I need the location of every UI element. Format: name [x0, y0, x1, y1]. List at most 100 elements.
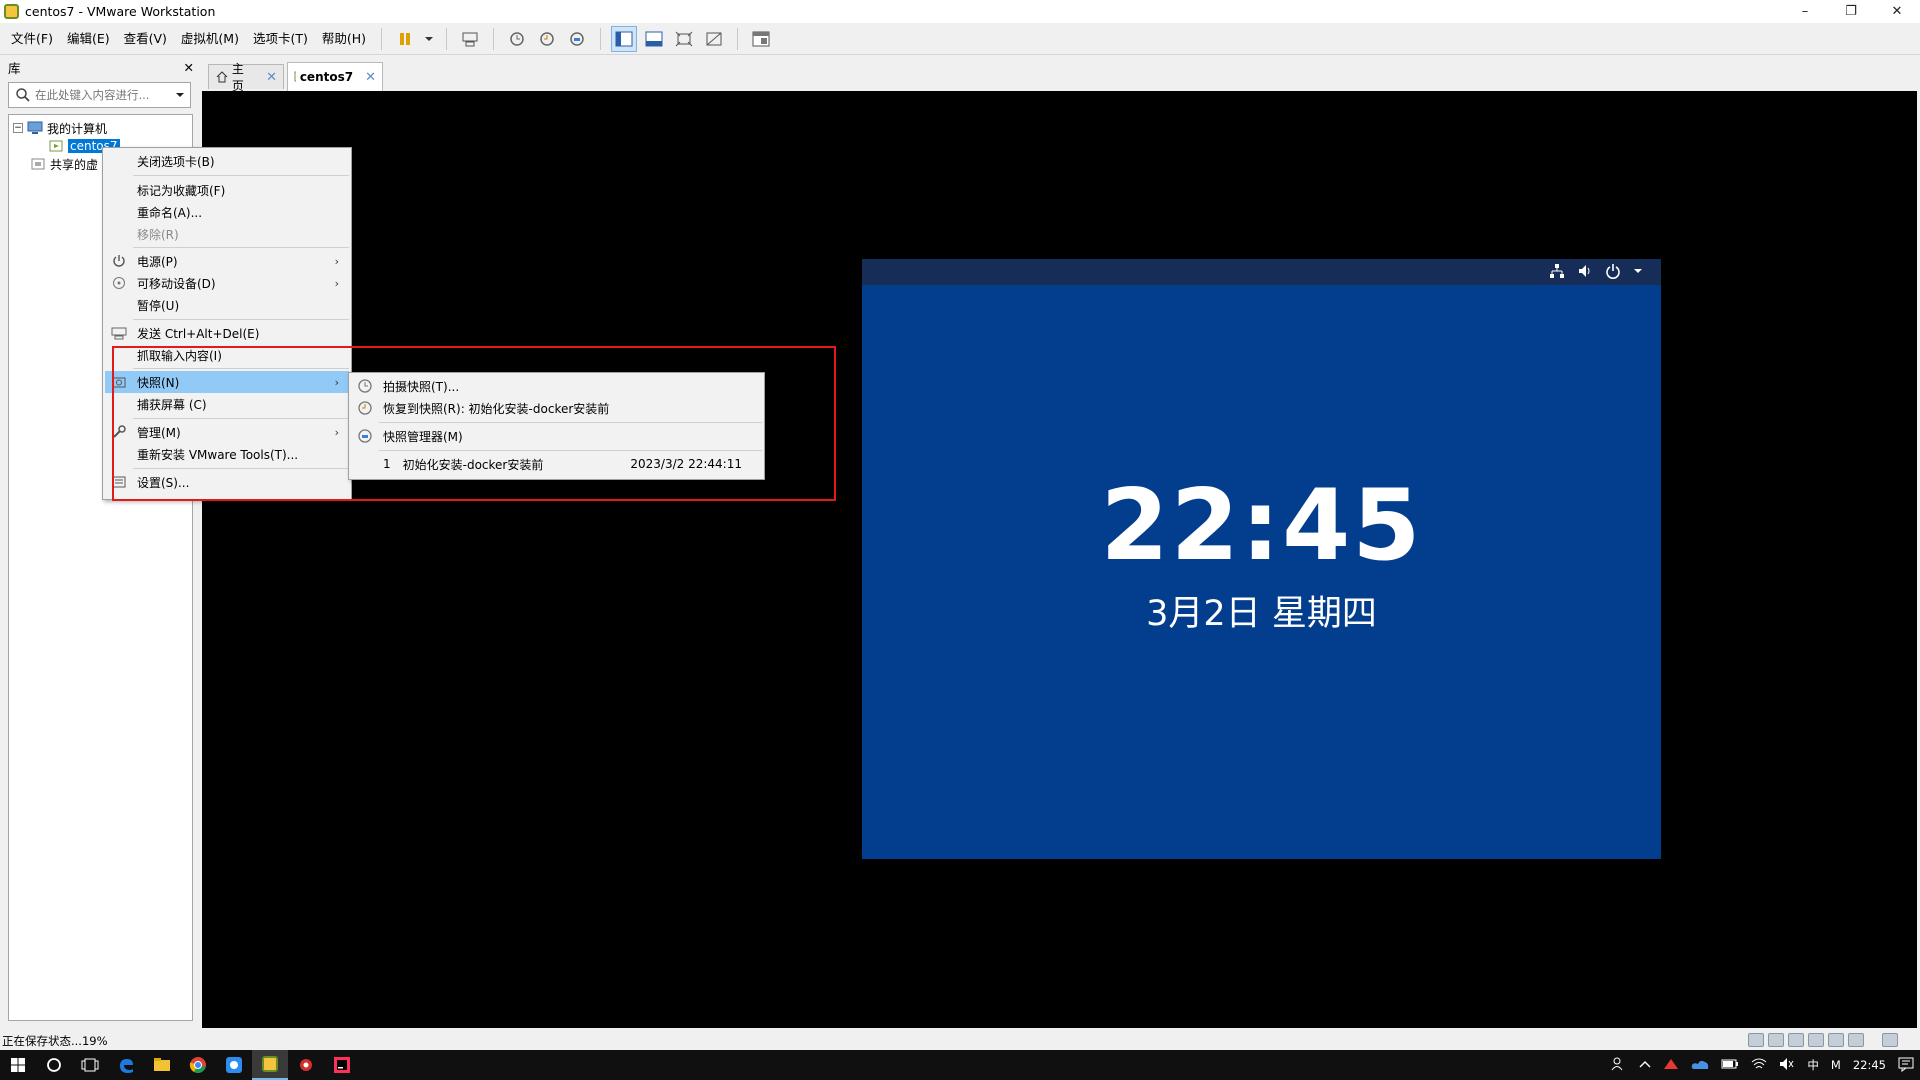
- tab-centos7-close-icon[interactable]: ✕: [365, 70, 376, 85]
- app-red-icon[interactable]: [288, 1050, 324, 1080]
- taskbar-clock[interactable]: 22:45: [1853, 1058, 1886, 1072]
- ime-mode-icon[interactable]: M: [1831, 1058, 1841, 1072]
- menu-file[interactable]: 文件(F): [4, 23, 60, 55]
- network-adapter-icon[interactable]: [1788, 1033, 1804, 1047]
- action-center-icon[interactable]: [1898, 1056, 1914, 1075]
- unity-icon[interactable]: [701, 26, 727, 52]
- vm-console[interactable]: 22:45 3月2日 星期四: [202, 91, 1917, 1028]
- menu-mark-favorite-label: 标记为收藏项(F): [137, 183, 226, 198]
- menu-capture-screen[interactable]: 捕获屏幕 (C): [105, 393, 349, 415]
- battery-icon[interactable]: [1721, 1058, 1739, 1073]
- thumbnail-bar-icon[interactable]: [641, 26, 667, 52]
- menu-manage[interactable]: 管理(M) ›: [105, 421, 349, 443]
- vmware-taskbar-icon[interactable]: [252, 1050, 288, 1080]
- menu-send-cad[interactable]: 发送 Ctrl+Alt+Del(E): [105, 322, 349, 344]
- menu-capture-screen-label: 捕获屏幕 (C): [137, 397, 207, 412]
- menu-tabs[interactable]: 选项卡(T): [246, 23, 315, 55]
- menu-mark-favorite[interactable]: 标记为收藏项(F): [105, 179, 349, 201]
- console-view-icon[interactable]: [748, 26, 774, 52]
- minimize-button[interactable]: –: [1782, 0, 1828, 23]
- menu-power[interactable]: 电源(P) ›: [105, 250, 349, 272]
- cortana-search-icon[interactable]: [36, 1050, 72, 1080]
- submenu-revert-snapshot[interactable]: 恢复到快照(R): 初始化安装-docker安装前: [351, 397, 762, 419]
- edge-browser-icon[interactable]: [108, 1050, 144, 1080]
- menu-snapshot-label: 快照(N): [137, 375, 180, 390]
- tray-app-icon[interactable]: [1663, 1057, 1679, 1074]
- menu-pause[interactable]: 暂停(U): [105, 294, 349, 316]
- tab-strip: 主页 ✕ centos7 ✕: [202, 56, 1920, 93]
- pause-icon[interactable]: [392, 26, 418, 52]
- menu-separator: [133, 175, 349, 176]
- usb-icon[interactable]: [1808, 1033, 1824, 1047]
- message-log-icon[interactable]: [1882, 1033, 1898, 1047]
- toolbar-separator: [381, 27, 383, 50]
- removable-device-icon: [111, 275, 127, 291]
- file-explorer-icon[interactable]: [144, 1050, 180, 1080]
- guest-lock-screen[interactable]: 22:45 3月2日 星期四: [862, 259, 1661, 859]
- menu-separator: [133, 319, 349, 320]
- computer-icon: [27, 121, 43, 134]
- menu-close-tab[interactable]: 关闭选项卡(B): [105, 150, 349, 172]
- task-view-icon[interactable]: [72, 1050, 108, 1080]
- tree-item-my-computer[interactable]: − 我的计算机: [13, 119, 107, 137]
- windows-start-icon[interactable]: [0, 1050, 36, 1080]
- library-header: 库 ✕: [0, 56, 200, 78]
- menu-snapshot[interactable]: 快照(N) ›: [105, 371, 349, 393]
- wifi-icon[interactable]: [1751, 1057, 1767, 1074]
- tab-home-label: 主页: [231, 62, 244, 93]
- library-close-icon[interactable]: ✕: [184, 60, 194, 75]
- menu-reinstall-tools[interactable]: 重新安装 VMware Tools(T)...: [105, 443, 349, 465]
- tab-home[interactable]: 主页 ✕: [208, 62, 284, 93]
- collapse-icon[interactable]: −: [13, 123, 23, 133]
- people-icon[interactable]: [1611, 1056, 1627, 1075]
- snapshot-entry-time: 2023/3/2 22:44:11: [630, 457, 742, 471]
- close-window-button[interactable]: ✕: [1874, 0, 1920, 23]
- menu-removable-devices[interactable]: 可移动设备(D) ›: [105, 272, 349, 294]
- submenu-arrow-icon: ›: [334, 254, 339, 268]
- status-message: 正在保存状态...19%: [2, 1033, 108, 1048]
- menu-vm[interactable]: 虚拟机(M): [174, 23, 246, 55]
- submenu-snapshot-manager[interactable]: 快照管理器(M): [351, 425, 762, 447]
- app-blue-icon[interactable]: [216, 1050, 252, 1080]
- menu-rename[interactable]: 重命名(A)...: [105, 201, 349, 223]
- submenu-snapshot-entry[interactable]: 1 初始化安装-docker安装前 2023/3/2 22:44:11: [351, 453, 762, 475]
- show-library-icon[interactable]: [611, 25, 638, 52]
- search-placeholder: 在此处键入内容进行...: [35, 88, 150, 102]
- tree-item-shared-vms[interactable]: 共享的虚: [31, 155, 98, 173]
- cd-rom-icon[interactable]: [1768, 1033, 1784, 1047]
- snapshot-manager-icon[interactable]: [564, 26, 590, 52]
- display-icon[interactable]: [1848, 1033, 1864, 1047]
- power-menu-icon: [111, 253, 127, 269]
- send-cad-icon[interactable]: [457, 26, 483, 52]
- snapshot-manager-menu-icon: [357, 428, 373, 444]
- tab-home-close-icon[interactable]: ✕: [266, 70, 277, 85]
- menu-edit[interactable]: 编辑(E): [60, 23, 117, 55]
- chrome-icon[interactable]: [180, 1050, 216, 1080]
- restore-button[interactable]: ❐: [1828, 0, 1874, 23]
- speaker-icon[interactable]: [1779, 1057, 1795, 1074]
- intellij-idea-icon[interactable]: [324, 1050, 360, 1080]
- tray-chevron-up-icon[interactable]: [1639, 1058, 1651, 1072]
- menu-view[interactable]: 查看(V): [117, 23, 174, 55]
- snapshot-submenu: 拍摄快照(T)... 恢复到快照(R): 初始化安装-docker安装前 快照管…: [348, 372, 765, 480]
- take-snapshot-icon[interactable]: [504, 26, 530, 52]
- pause-dropdown-icon[interactable]: [422, 26, 436, 52]
- menu-remove-label: 移除(R): [137, 227, 179, 242]
- menu-help[interactable]: 帮助(H): [315, 23, 373, 55]
- search-dropdown-icon[interactable]: [174, 89, 186, 101]
- menu-settings[interactable]: 设置(S)...: [105, 471, 349, 493]
- menu-grab-input-label: 抓取输入内容(I): [137, 348, 222, 363]
- hard-disk-icon[interactable]: [1748, 1033, 1764, 1047]
- revert-snapshot-icon[interactable]: [534, 26, 560, 52]
- onedrive-icon[interactable]: [1691, 1058, 1709, 1073]
- ime-indicator[interactable]: 中: [1807, 1057, 1819, 1073]
- system-tray[interactable]: [1549, 263, 1643, 279]
- sound-card-icon[interactable]: [1828, 1033, 1844, 1047]
- fullscreen-icon[interactable]: [671, 26, 697, 52]
- menu-grab-input[interactable]: 抓取输入内容(I): [105, 344, 349, 366]
- library-search-input[interactable]: 在此处键入内容进行...: [8, 82, 191, 108]
- status-bar: 正在保存状态...19%: [0, 1031, 1920, 1050]
- submenu-take-snapshot[interactable]: 拍摄快照(T)...: [351, 375, 762, 397]
- tab-centos7[interactable]: centos7 ✕: [287, 62, 383, 91]
- menu-power-label: 电源(P): [137, 254, 178, 269]
